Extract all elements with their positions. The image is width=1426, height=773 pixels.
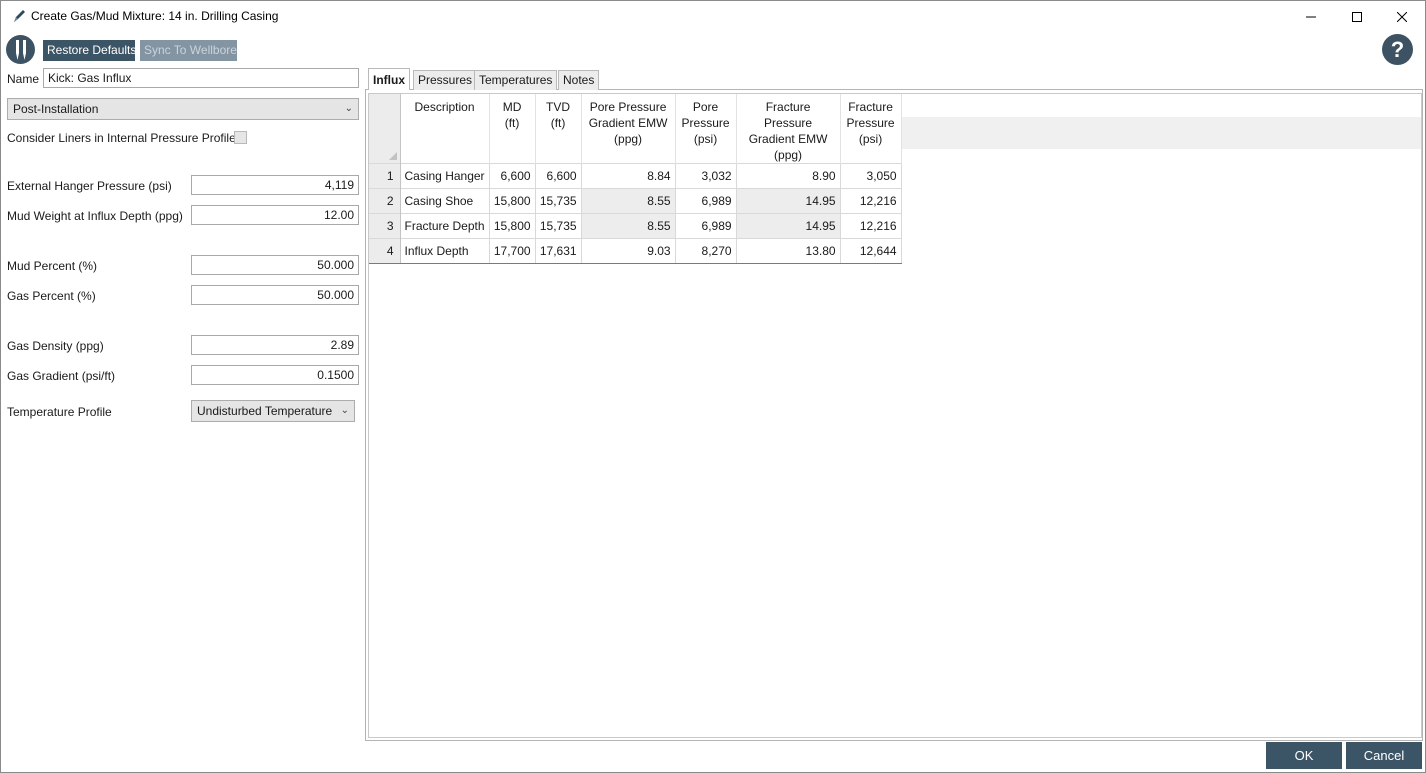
column-header-pore-pressure[interactable]: Pore Pressure (psi)	[675, 94, 737, 164]
minimize-button[interactable]	[1288, 1, 1334, 32]
select-all-corner[interactable]	[369, 94, 401, 164]
name-input[interactable]: Kick: Gas Influx	[43, 68, 359, 88]
gas-density-label: Gas Density (ppg)	[7, 339, 104, 353]
maximize-button[interactable]	[1334, 1, 1380, 32]
gas-gradient-label: Gas Gradient (psi/ft)	[7, 369, 116, 383]
mud-weight-label: Mud Weight at Influx Depth (ppg)	[7, 209, 183, 223]
sync-to-wellbore-button[interactable]: Sync To Wellbore	[140, 40, 237, 61]
tab-influx[interactable]: Influx	[368, 68, 410, 90]
cell-md[interactable]: 17,700	[489, 238, 536, 264]
cell-tvd[interactable]: 15,735	[535, 213, 582, 239]
temperature-profile-label: Temperature Profile	[7, 405, 112, 419]
cancel-button[interactable]: Cancel	[1346, 742, 1422, 769]
temperature-profile-dropdown[interactable]: Undisturbed Temperature ⌄	[191, 400, 355, 422]
phase-dropdown-value: Post-Installation	[13, 102, 99, 116]
mud-weight-input[interactable]: 12.00	[191, 205, 359, 225]
phase-dropdown[interactable]: Post-Installation ⌄	[7, 98, 359, 120]
row-number[interactable]: 4	[369, 238, 401, 264]
table-row[interactable]: 2 Casing Shoe 15,800 15,735 8.55 6,989 1…	[369, 188, 902, 214]
cell-pore-pressure[interactable]: 6,989	[675, 188, 737, 214]
chevron-down-icon: ⌄	[340, 405, 349, 416]
cell-pore-pressure[interactable]: 6,989	[675, 213, 737, 239]
column-header-md[interactable]: MD (ft)	[489, 94, 536, 164]
cell-pore-gradient[interactable]: 9.03	[581, 238, 676, 264]
gas-percent-label: Gas Percent (%)	[7, 289, 96, 303]
cell-fracture-pressure[interactable]: 12,644	[840, 238, 902, 264]
influx-table: Description MD (ft) TVD (ft) Pore Pressure…	[369, 94, 902, 264]
restore-defaults-button[interactable]: Restore Defaults	[43, 40, 136, 61]
dialog-window: Create Gas/Mud Mixture: 14 in. Drilling …	[0, 0, 1426, 773]
minimize-icon	[1306, 12, 1316, 22]
close-icon	[1397, 11, 1407, 22]
cell-tvd[interactable]: 6,600	[535, 163, 582, 189]
column-header-pore-pressure-gradient[interactable]: Pore Pressure Gradient EMW (ppg)	[581, 94, 676, 164]
table-row[interactable]: 3 Fracture Depth 15,800 15,735 8.55 6,98…	[369, 213, 902, 239]
cell-pore-gradient[interactable]: 8.84	[581, 163, 676, 189]
cell-description[interactable]: Fracture Depth	[400, 213, 490, 239]
mud-percent-label: Mud Percent (%)	[7, 259, 98, 273]
row-number[interactable]: 3	[369, 213, 401, 239]
mud-percent-input[interactable]: 50.000	[191, 255, 359, 275]
column-header-fracture-pressure[interactable]: Fracture Pressure (psi)	[840, 94, 902, 164]
tab-temperatures[interactable]: Temperatures	[474, 70, 558, 90]
gas-density-input[interactable]: 2.89	[191, 335, 359, 355]
table-row[interactable]: 1 Casing Hanger 6,600 6,600 8.84 3,032 8…	[369, 163, 902, 189]
row-number[interactable]: 2	[369, 188, 401, 214]
column-header-description[interactable]: Description	[400, 94, 490, 164]
app-logo	[6, 35, 35, 64]
ok-button[interactable]: OK	[1266, 742, 1342, 769]
chevron-down-icon: ⌄	[344, 103, 353, 114]
cell-fracture-pressure[interactable]: 3,050	[840, 163, 902, 189]
cell-tvd[interactable]: 15,735	[535, 188, 582, 214]
cell-fracture-pressure[interactable]: 12,216	[840, 213, 902, 239]
consider-liners-checkbox[interactable]	[234, 131, 247, 144]
tab-notes[interactable]: Notes	[558, 70, 600, 90]
cell-description[interactable]: Casing Hanger	[400, 163, 490, 189]
column-header-tvd[interactable]: TVD (ft)	[535, 94, 582, 164]
temperature-profile-value: Undisturbed Temperature	[197, 404, 333, 418]
cell-fracture-gradient[interactable]: 13.80	[736, 238, 841, 264]
cell-pore-gradient[interactable]: 8.55	[581, 213, 676, 239]
cell-description[interactable]: Influx Depth	[400, 238, 490, 264]
gas-percent-input[interactable]: 50.000	[191, 285, 359, 305]
window-title: Create Gas/Mud Mixture: 14 in. Drilling …	[31, 9, 279, 23]
column-header-fracture-pressure-gradient[interactable]: Fracture Pressure Gradient EMW (ppg)	[736, 94, 841, 164]
cell-pore-pressure[interactable]: 8,270	[675, 238, 737, 264]
cell-fracture-gradient[interactable]: 8.90	[736, 163, 841, 189]
cell-tvd[interactable]: 17,631	[535, 238, 582, 264]
help-icon[interactable]: ?	[1382, 34, 1413, 65]
cell-md[interactable]: 6,600	[489, 163, 536, 189]
row-number[interactable]: 1	[369, 163, 401, 189]
cell-fracture-gradient[interactable]: 14.95	[736, 213, 841, 239]
gas-gradient-input[interactable]: 0.1500	[191, 365, 359, 385]
external-hanger-input[interactable]: 4,119	[191, 175, 359, 195]
external-hanger-label: External Hanger Pressure (psi)	[7, 179, 172, 193]
cell-description[interactable]: Casing Shoe	[400, 188, 490, 214]
title-bar: Create Gas/Mud Mixture: 14 in. Drilling …	[1, 1, 1425, 32]
pen-icon	[11, 8, 27, 24]
cell-md[interactable]: 15,800	[489, 188, 536, 214]
close-button[interactable]	[1379, 1, 1425, 32]
cell-md[interactable]: 15,800	[489, 213, 536, 239]
maximize-icon	[1352, 11, 1362, 22]
tab-pressures[interactable]: Pressures	[413, 70, 478, 90]
cell-fracture-gradient[interactable]: 14.95	[736, 188, 841, 214]
cell-pore-gradient[interactable]: 8.55	[581, 188, 676, 214]
consider-liners-label: Consider Liners in Internal Pressure Pro…	[7, 131, 236, 145]
name-label: Name	[7, 72, 40, 86]
table-row[interactable]: 4 Influx Depth 17,700 17,631 9.03 8,270 …	[369, 238, 902, 264]
cell-pore-pressure[interactable]: 3,032	[675, 163, 737, 189]
table-header-row: Description MD (ft) TVD (ft) Pore Pressure…	[369, 94, 902, 164]
cell-fracture-pressure[interactable]: 12,216	[840, 188, 902, 214]
